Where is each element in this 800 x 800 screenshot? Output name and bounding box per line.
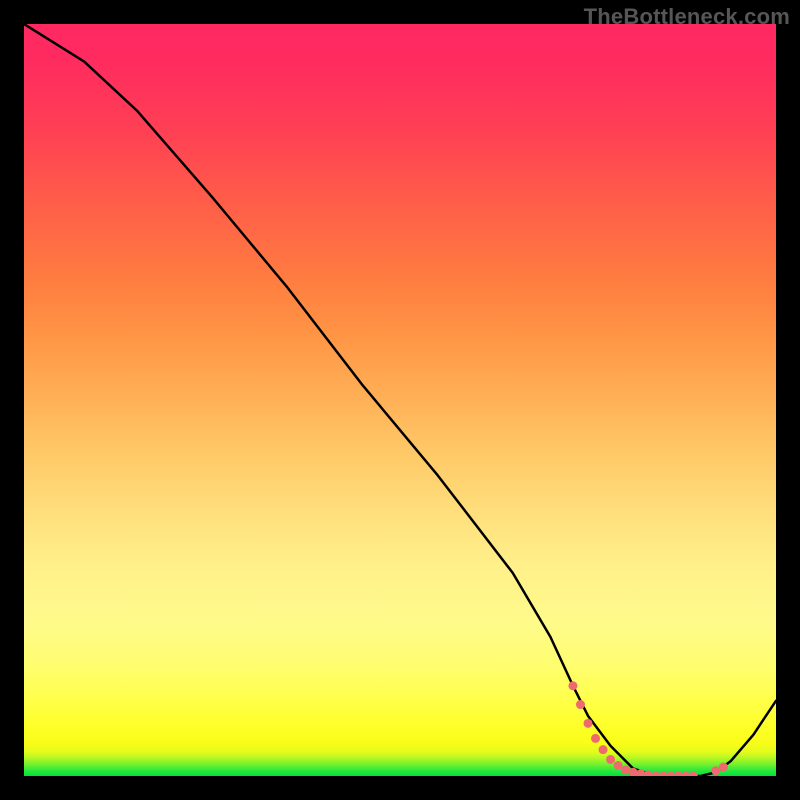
chart-frame: TheBottleneck.com (0, 0, 800, 800)
data-marker (568, 681, 577, 690)
data-marker (591, 734, 600, 743)
plot-area (24, 24, 776, 776)
data-marker (689, 772, 698, 777)
data-marker (614, 761, 623, 770)
data-marker (576, 700, 585, 709)
data-marker (599, 745, 608, 754)
data-marker (584, 719, 593, 728)
data-marker (719, 762, 728, 771)
curve-layer (24, 24, 776, 776)
data-marker (606, 755, 615, 764)
